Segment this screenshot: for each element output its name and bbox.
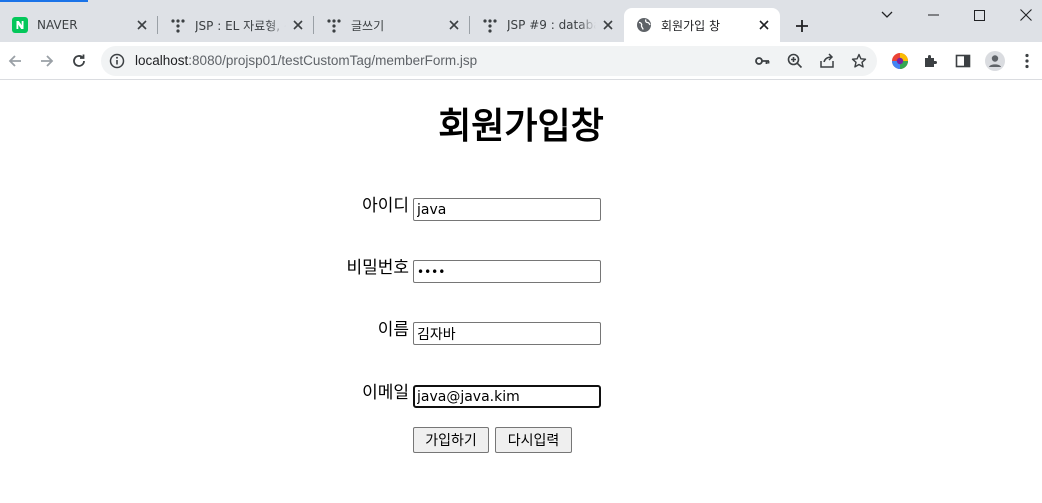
reload-button[interactable] — [65, 47, 93, 75]
email-input[interactable] — [413, 385, 601, 408]
tab-search-button[interactable] — [864, 0, 910, 30]
name-label: 이름 — [377, 320, 409, 340]
chevron-down-icon — [881, 11, 893, 18]
tab-title: JSP #9 : database — [507, 18, 596, 32]
tab-jsp-database[interactable]: JSP #9 : database — [470, 8, 624, 42]
extension-colorful-icon[interactable] — [886, 47, 914, 75]
close-icon[interactable] — [290, 17, 306, 33]
forward-button[interactable] — [33, 47, 61, 75]
profile-avatar-icon[interactable] — [981, 47, 1009, 75]
email-row: 이메일 — [0, 382, 1042, 408]
minimize-button[interactable] — [910, 0, 956, 30]
minimize-icon — [927, 14, 939, 16]
menu-kebab-icon[interactable] — [1013, 47, 1041, 75]
close-icon[interactable] — [600, 17, 616, 33]
name-input[interactable] — [413, 322, 601, 345]
close-icon[interactable] — [446, 17, 462, 33]
url-text[interactable]: localhost:8080/projsp01/testCustomTag/me… — [135, 53, 477, 69]
url-path: :8080/projsp01/testCustomTag/memberForm.… — [188, 53, 478, 68]
email-label: 이메일 — [362, 383, 409, 403]
arrow-right-icon — [41, 55, 54, 67]
reset-button[interactable]: 다시입력 — [495, 427, 572, 453]
side-panel-icon[interactable] — [949, 47, 977, 75]
password-row: 비밀번호 — [0, 257, 1042, 283]
naver-icon — [12, 17, 28, 33]
tab-loading-accent — [0, 0, 88, 2]
globe-icon — [636, 17, 652, 33]
share-icon[interactable] — [816, 50, 838, 72]
reload-icon — [73, 54, 85, 67]
maximize-icon — [973, 9, 985, 21]
zoom-icon[interactable] — [784, 50, 806, 72]
info-icon[interactable] — [109, 53, 125, 69]
tab-title: JSP : EL 자료형, 산 — [195, 18, 286, 33]
name-row: 이름 — [0, 319, 1042, 345]
password-label: 비밀번호 — [346, 258, 409, 278]
tab-title: 글쓰기 — [351, 18, 385, 33]
tab-jsp-el[interactable]: JSP : EL 자료형, 산 — [158, 8, 314, 42]
page-title: 회원가입창 — [438, 106, 604, 147]
page-content: 회원가입창 아이디 비밀번호 이름 이메일 가입하기 다시입력 — [0, 81, 1042, 503]
new-tab-button[interactable] — [792, 16, 812, 36]
arrow-left-icon — [8, 55, 21, 67]
close-icon[interactable] — [134, 17, 150, 33]
maximize-button[interactable] — [956, 0, 1002, 30]
url-host: localhost — [135, 53, 189, 68]
browser-toolbar: localhost:8080/projsp01/testCustomTag/me… — [0, 42, 1042, 80]
password-input[interactable] — [413, 260, 601, 283]
tab-title: 회원가입 창 — [661, 18, 721, 33]
extensions-puzzle-icon[interactable] — [917, 47, 945, 75]
tab-naver[interactable]: NAVER — [0, 8, 158, 42]
id-row: 아이디 — [0, 195, 1042, 221]
close-icon[interactable] — [756, 17, 772, 33]
tistory-icon — [326, 17, 342, 33]
id-input[interactable] — [413, 198, 601, 221]
address-bar[interactable]: localhost:8080/projsp01/testCustomTag/me… — [101, 46, 877, 76]
password-key-icon[interactable] — [751, 50, 773, 72]
tistory-icon — [482, 17, 498, 33]
tab-strip: NAVER JSP : EL 자료형, 산 글쓰기 JSP #9 : datab… — [0, 0, 1042, 42]
tab-write[interactable]: 글쓰기 — [314, 8, 470, 42]
close-icon — [1020, 9, 1032, 21]
window-close-button[interactable] — [1003, 0, 1042, 30]
id-label: 아이디 — [362, 196, 409, 216]
tab-title: NAVER — [37, 18, 78, 32]
tab-member-form[interactable]: 회원가입 창 — [624, 8, 780, 42]
back-button[interactable] — [1, 47, 29, 75]
star-icon[interactable] — [848, 50, 870, 72]
tistory-icon — [170, 17, 186, 33]
submit-button[interactable]: 가입하기 — [413, 427, 489, 453]
